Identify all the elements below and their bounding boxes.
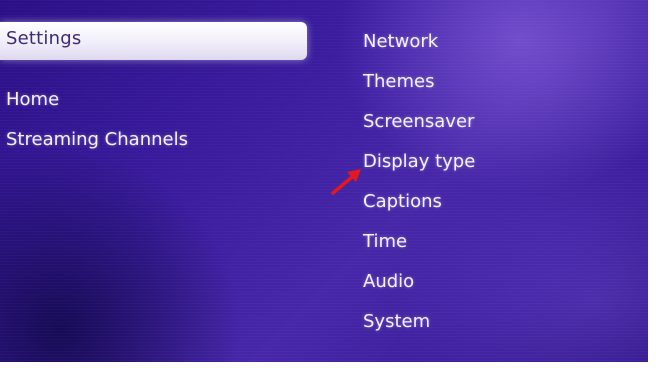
settings-item-captions[interactable]: Captions (363, 191, 442, 212)
settings-item-audio[interactable]: Audio (363, 271, 414, 292)
settings-item-system[interactable]: System (363, 311, 430, 332)
menu-item-settings-selected[interactable]: Settings (0, 22, 307, 60)
menu-item-label: Settings (6, 28, 82, 49)
red-arrow-icon (331, 169, 361, 195)
menu-item-home[interactable]: Home (6, 89, 59, 110)
settings-item-network[interactable]: Network (363, 31, 438, 52)
settings-item-themes[interactable]: Themes (363, 71, 434, 92)
image-border-right (648, 0, 656, 373)
image-border-bottom (0, 362, 656, 373)
settings-item-screensaver[interactable]: Screensaver (363, 111, 474, 132)
menu-item-streaming-channels[interactable]: Streaming Channels (6, 129, 188, 150)
settings-item-display-type[interactable]: Display type (363, 151, 475, 172)
settings-item-time[interactable]: Time (363, 231, 407, 252)
tv-screen: Settings Home Streaming Channels Network… (0, 0, 656, 373)
